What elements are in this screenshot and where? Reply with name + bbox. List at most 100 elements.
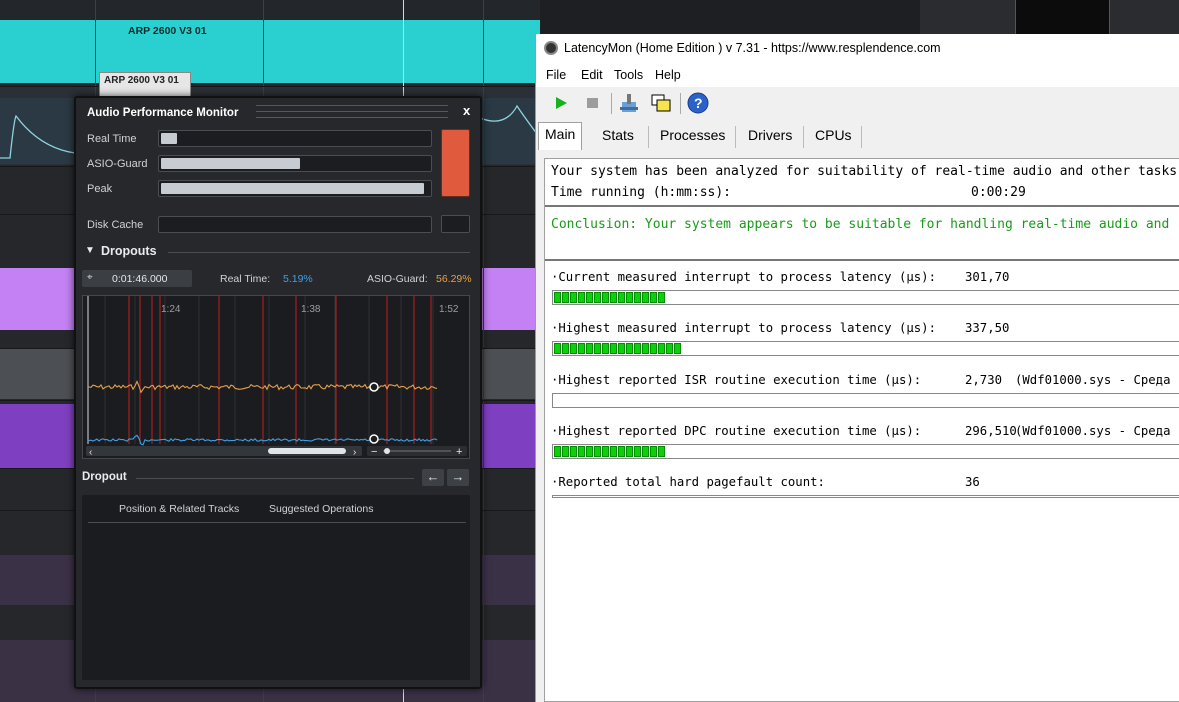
metric-bar-segment xyxy=(594,445,601,457)
audio-performance-monitor: Audio Performance Monitor x Real Time AS… xyxy=(74,96,482,689)
meter-realtime xyxy=(158,130,432,147)
metric-bar-segment xyxy=(586,292,593,303)
locate-icon: ⌖ xyxy=(87,272,93,283)
menu-file[interactable]: File xyxy=(546,68,566,82)
metric-bar-segment xyxy=(626,292,633,303)
metric-bar-segment xyxy=(610,343,617,355)
metric-bar-segment xyxy=(618,445,625,457)
metric-bar-segment xyxy=(586,445,593,457)
zoom-handle[interactable] xyxy=(384,448,390,454)
meter-disk-cache xyxy=(158,216,432,233)
metric-bar-segment xyxy=(666,343,673,355)
metric-label: ·Highest reported DPC routine execution … xyxy=(551,423,922,438)
dropout-section-header: Dropout xyxy=(82,471,127,483)
daw-right-strip xyxy=(920,0,1179,34)
metric-bar-segment xyxy=(554,343,561,355)
metric-bar-segment xyxy=(562,343,569,355)
menu-help[interactable]: Help xyxy=(655,68,681,82)
realtime-marker xyxy=(369,434,379,444)
asio-marker xyxy=(369,382,379,392)
start-button[interactable] xyxy=(549,92,573,114)
disk-cache-label: Disk Cache xyxy=(87,219,144,231)
arrow-left-icon: ← xyxy=(426,469,440,484)
arp-clip[interactable] xyxy=(0,20,540,83)
dropout-graph[interactable]: 1:24 1:38 1:52 ‹ › − + xyxy=(82,295,470,459)
cleanup-icon xyxy=(620,94,638,112)
tab-drivers[interactable]: Drivers xyxy=(748,124,792,149)
time-running-label: Time running (h:mm:ss): xyxy=(551,185,732,200)
column-header-operations[interactable]: Suggested Operations xyxy=(269,503,374,515)
tab-main-label: Main xyxy=(545,126,576,142)
metric-bar xyxy=(552,443,1179,459)
previous-dropout-button[interactable]: ← xyxy=(422,469,444,486)
clip-title: ARP 2600 V3 01 xyxy=(128,25,207,37)
tab-processes[interactable]: Processes xyxy=(660,124,725,149)
stop-button[interactable] xyxy=(581,92,605,114)
windows-button[interactable] xyxy=(649,92,673,114)
metric-bar-segment xyxy=(578,343,585,355)
metric-label: ·Current measured interrupt to process l… xyxy=(551,270,936,284)
summary-line: Your system has been analyzed for suitab… xyxy=(551,164,1178,179)
menu-bar: File Edit Tools Help xyxy=(536,63,1179,87)
metric-driver: (Wdf01000.sys - Среда вы xyxy=(1015,372,1179,387)
project-time-field[interactable]: ⌖ 0:01:46.000 xyxy=(82,270,192,287)
project-time: 0:01:46.000 xyxy=(112,273,168,285)
tab-main[interactable]: Main xyxy=(538,122,582,150)
next-dropout-button[interactable]: → xyxy=(447,469,469,486)
overload-indicator[interactable] xyxy=(441,129,470,197)
column-header-position[interactable]: Position & Related Tracks xyxy=(119,503,239,515)
metric-bar-segment xyxy=(658,292,665,303)
metric-bar-segment xyxy=(650,343,657,355)
zoom-out-icon[interactable]: − xyxy=(371,446,377,458)
main-panel: Your system has been analyzed for suitab… xyxy=(544,158,1179,702)
help-button[interactable]: ? xyxy=(686,92,710,114)
metric-bar-segment xyxy=(674,343,681,355)
close-button[interactable]: x xyxy=(463,103,470,118)
disk-overload-indicator[interactable] xyxy=(441,215,470,233)
dropout-list[interactable]: Position & Related Tracks Suggested Oper… xyxy=(82,495,470,680)
zoom-in-icon[interactable]: + xyxy=(456,446,462,458)
metric-value: 36 xyxy=(965,475,980,490)
metric-bar-segment xyxy=(626,343,633,355)
metric-bar xyxy=(552,392,1179,408)
scroll-thumb[interactable] xyxy=(268,448,346,454)
panel-title: Audio Performance Monitor xyxy=(87,107,239,119)
meter-fill-asio xyxy=(161,158,300,169)
scroll-left-icon[interactable]: ‹ xyxy=(89,447,92,458)
timeline-tick: 1:24 xyxy=(161,304,181,315)
expand-triangle-icon[interactable]: ▼ xyxy=(85,245,95,256)
metric-bar-segment xyxy=(602,292,609,303)
metric-value: 337,50 xyxy=(965,321,1010,336)
metric-bar-segment xyxy=(570,445,577,457)
metric-bar-segment xyxy=(578,445,585,457)
metric-driver: (Wdf01000.sys - Среда xyxy=(1015,423,1171,438)
metric-bar xyxy=(552,495,1179,499)
timeline-tick: 1:52 xyxy=(439,304,459,315)
help-icon: ? xyxy=(687,92,709,114)
cleanup-button[interactable] xyxy=(617,92,641,114)
metric-label: ·Highest measured interrupt to process l… xyxy=(551,321,936,336)
tab-stats[interactable]: Stats xyxy=(602,124,634,149)
menu-tools[interactable]: Tools xyxy=(614,68,643,82)
metric-bar-segment xyxy=(554,445,561,457)
menu-edit[interactable]: Edit xyxy=(581,68,603,82)
metric-bar-segment xyxy=(658,343,665,355)
metric-bar-segment xyxy=(642,445,649,457)
scroll-right-icon[interactable]: › xyxy=(353,447,356,458)
dropout-graph-svg: 1:24 1:38 1:52 ‹ › − + xyxy=(86,296,467,458)
metric-bar-segment xyxy=(602,445,609,457)
metric-bar-segment xyxy=(578,292,585,303)
tab-cpus[interactable]: CPUs xyxy=(815,124,852,149)
meter-fill-peak xyxy=(161,183,424,194)
metric-bar-segment xyxy=(594,343,601,355)
latencymon-window: LatencyMon (Home Edition ) v 7.31 - http… xyxy=(535,34,1179,702)
stop-icon xyxy=(587,98,598,108)
title-bar: LatencyMon (Home Edition ) v 7.31 - http… xyxy=(536,34,1179,63)
metric-bar-segment xyxy=(570,343,577,355)
toolbar: ? xyxy=(536,87,1179,119)
arrow-right-icon: → xyxy=(451,469,465,484)
metric-bar-segment xyxy=(618,343,625,355)
metric-bar-segment xyxy=(658,445,665,457)
metric-label: ·Reported total hard pagefault count: xyxy=(551,475,825,490)
metric-bar-segment xyxy=(602,343,609,355)
